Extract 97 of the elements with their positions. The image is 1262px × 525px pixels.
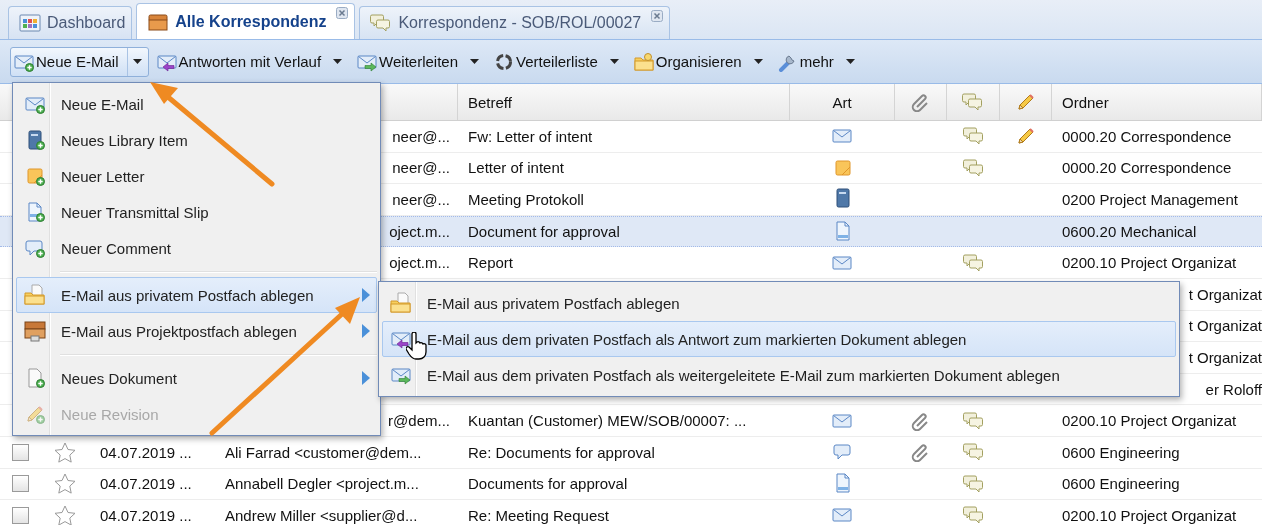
table-row[interactable]: 04.07.2019 ... Andrew Miller <supplier@d... Re: Meeting Request 0200.10 Project Organizat [0, 500, 1262, 525]
table-cell: Document for approval [468, 223, 620, 241]
checkbox[interactable] [11, 506, 29, 524]
checkbox[interactable] [11, 443, 29, 461]
table-cell: oject.m... [389, 254, 450, 272]
paperclip-icon [911, 442, 931, 463]
menu-item[interactable]: Neue E-Mail [16, 86, 377, 122]
table-cell: Meeting Protokoll [468, 191, 584, 208]
star-icon[interactable] [54, 504, 76, 525]
table-cell: 0600 Engineering [1062, 443, 1180, 461]
circular-arrows-icon [494, 51, 515, 72]
table-cell: 0200 Project Management [1062, 191, 1238, 208]
toolbar-button[interactable]: Antworten mit Verlauf [152, 46, 350, 77]
table-cell: Fw: Letter of intent [468, 127, 593, 145]
table-cell: 0200.10 Project Organizat [1062, 506, 1237, 524]
speech-bubbles-icon [962, 410, 985, 431]
toolbar-button[interactable]: mehr [773, 46, 862, 77]
menu-item[interactable]: E-Mail aus dem privaten Postfach als weitergeleitete E-Mail zum markierten Dokument ablegen [382, 357, 1176, 393]
caret-icon [609, 59, 619, 64]
table-cell: 0600 Engineering [1062, 475, 1180, 493]
speech-bubbles-icon [962, 126, 985, 147]
speech-bubbles-icon [962, 505, 985, 525]
caret-icon [470, 59, 480, 64]
speech-bubbles-icon [962, 252, 985, 273]
pencil-icon [1016, 126, 1036, 147]
caret-icon [333, 59, 343, 64]
column-header[interactable]: Ordner [1062, 93, 1109, 111]
envelope-reply-icon [389, 329, 413, 349]
table-cell: t Organizat [1188, 317, 1262, 335]
table-cell: r@dem... [388, 412, 450, 430]
envelope-plus-icon [23, 94, 47, 114]
table-cell: Andrew Miller <supplier@d... [225, 506, 418, 524]
table-cell: Kuantan (Customer) MEW/SOB/00007: ... [468, 412, 747, 430]
box-icon [147, 11, 170, 32]
speech-bubbles-icon [962, 92, 984, 112]
speech-bubbles-icon [962, 442, 985, 463]
tab[interactable]: Alle Korrespondenz [136, 3, 356, 39]
toolbar-button[interactable]: Organisieren [629, 46, 770, 77]
paperclip-icon [910, 92, 931, 112]
paperclip-icon [911, 410, 931, 431]
table-cell: Letter of intent [468, 159, 564, 177]
archive-box-icon [23, 320, 47, 342]
menu-item[interactable]: Neues Dokument [16, 360, 377, 396]
speech-bubble-plus-icon [23, 238, 47, 258]
table-cell: t Organizat [1188, 348, 1262, 366]
table-cell: 04.07.2019 ... [100, 506, 192, 524]
tab[interactable]: Korrespondenz - SOB/ROL/00027 [359, 6, 671, 39]
note-icon [832, 157, 853, 178]
caret-icon [132, 59, 142, 64]
close-icon[interactable] [651, 10, 664, 22]
table-cell: er Roloff [1205, 380, 1262, 398]
dashboard-icon [19, 13, 41, 33]
pencil-icon [1015, 92, 1036, 112]
envelope-icon [831, 505, 854, 525]
star-icon[interactable] [54, 441, 76, 463]
table-row[interactable]: 04.07.2019 ... Annabell Degler <project.m... Documents for approval 0600 Engineering [0, 468, 1262, 501]
folder-icon [633, 51, 654, 72]
speech-bubbles-icon [962, 157, 985, 178]
close-icon[interactable] [336, 7, 349, 19]
table-cell: 0000.20 Correspondence [1062, 127, 1232, 145]
table-cell: 04.07.2019 ... [100, 443, 192, 461]
table-cell: oject.m... [389, 223, 450, 241]
table-cell: Re: Meeting Request [468, 506, 609, 524]
menu-item[interactable]: E-Mail aus dem privaten Postfach als Antwort zum markierten Dokument ablegen [382, 321, 1176, 357]
speech-bubbles-icon [962, 473, 985, 494]
table-cell: 04.07.2019 ... [100, 475, 192, 493]
star-icon[interactable] [54, 473, 76, 495]
menu-item[interactable]: E-Mail aus privatem Postfach ablegen [16, 277, 377, 313]
table-cell: Annabell Degler <project.m... [225, 475, 419, 493]
table-cell: t Organizat [1188, 285, 1262, 303]
table-cell: 0000.20 Correspondence [1062, 159, 1232, 177]
envelope-forward-icon [389, 365, 413, 385]
table-cell: neer@... [392, 127, 450, 145]
toolbar-button[interactable]: Weiterleiten [353, 46, 487, 77]
table-cell: neer@... [392, 191, 450, 208]
caret-icon [753, 59, 763, 64]
column-header[interactable]: Betreff [468, 93, 512, 111]
speech-bubbles-icon [370, 13, 393, 33]
table-cell: 0200.10 Project Organizat [1062, 412, 1237, 430]
table-cell: Report [468, 254, 514, 272]
table-cell: Documents for approval [468, 475, 628, 493]
table-cell: Ali Farrad <customer@dem... [225, 443, 422, 461]
column-header[interactable]: Art [832, 93, 852, 111]
caret-icon [845, 59, 855, 64]
hand-cursor-icon [406, 332, 428, 360]
table-cell: Re: Documents for approval [468, 443, 655, 461]
table-cell: neer@... [392, 159, 450, 177]
folder-document-icon [23, 284, 47, 306]
table-cell: 0200.10 Project Organizat [1062, 254, 1237, 272]
tab[interactable]: Dashboard [8, 6, 133, 39]
checkbox[interactable] [11, 475, 29, 493]
toolbar-button[interactable]: Neue E-Mail [10, 46, 149, 77]
toolbar-button[interactable]: Verteilerliste [490, 46, 626, 77]
folder-document-icon [389, 292, 413, 314]
menu-item[interactable]: E-Mail aus Projektpostfach ablegen [16, 313, 377, 349]
menu-item[interactable]: E-Mail aus privatem Postfach ablegen [382, 285, 1176, 321]
table-cell: 0600.20 Mechanical [1062, 223, 1197, 241]
